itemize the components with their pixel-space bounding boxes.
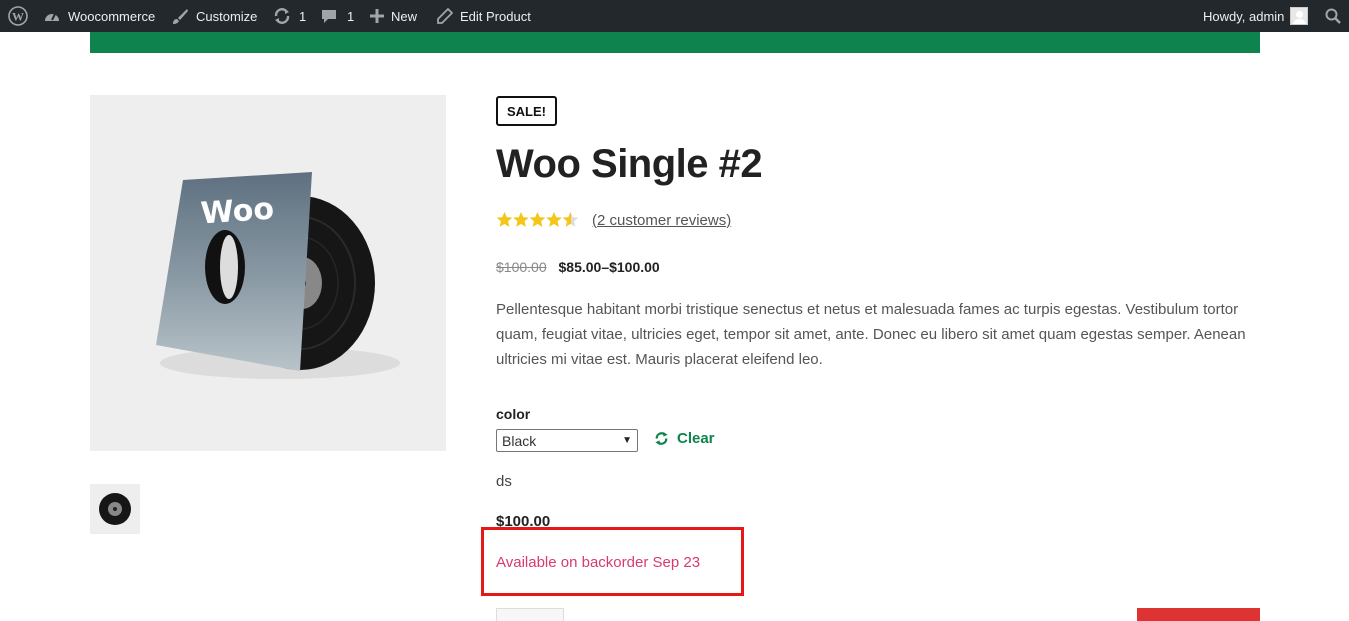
product-short-description: Pellentesque habitant morbi tristique se… [496, 301, 1246, 368]
svg-text:W: W [12, 10, 24, 24]
my-account-link[interactable]: Howdy, admin [1203, 0, 1309, 32]
avatar [1290, 7, 1309, 25]
color-attribute-label: color [496, 406, 531, 422]
product-thumbnail[interactable] [90, 484, 140, 534]
site-name-label: Woocommerce [68, 8, 156, 24]
edit-product-label: Edit Product [460, 8, 531, 24]
comments-count: 1 [347, 8, 355, 24]
product-rating: (2 customer reviews) [496, 211, 731, 229]
clear-label: Clear [677, 430, 715, 447]
store-notice-banner [90, 32, 1260, 53]
customize-link[interactable]: Customize [171, 0, 257, 32]
cover-woo-text: Woo [200, 192, 276, 232]
customize-label: Customize [196, 8, 258, 24]
product-price: $100.00 $85.00–$100.00 [496, 259, 660, 275]
dashboard-gauge-icon [45, 13, 59, 21]
color-select[interactable]: Black ▼ [496, 429, 638, 452]
comments-link[interactable]: 1 [321, 0, 354, 32]
pencil-icon [437, 8, 453, 24]
new-content-link[interactable]: New [370, 0, 417, 32]
refresh-icon [655, 431, 668, 446]
chevron-down-icon: ▼ [622, 435, 632, 446]
product-main-image[interactable]: Woo [90, 95, 446, 451]
regular-price: $100.00 [496, 259, 547, 275]
quantity-input[interactable] [496, 608, 564, 621]
sale-badge: SALE! [496, 96, 557, 126]
site-name-link[interactable]: Woocommerce [43, 0, 155, 32]
updates-count: 1 [299, 8, 307, 24]
edit-product-link[interactable]: Edit Product [437, 0, 531, 32]
wordpress-logo-icon[interactable]: W [8, 0, 28, 32]
plus-icon [370, 9, 384, 23]
customer-reviews-link[interactable]: (2 customer reviews) [592, 212, 731, 229]
new-label: New [391, 8, 418, 24]
product-title: Woo Single #2 [496, 142, 763, 186]
updates-link[interactable]: 1 [272, 0, 306, 32]
vinyl-record-icon [99, 493, 131, 525]
color-select-value: Black [502, 432, 537, 449]
comment-bubble-icon [322, 10, 336, 23]
stock-status: Available on backorder Sep 23 [496, 554, 701, 571]
variation-description: ds [496, 473, 512, 490]
updates-refresh-icon [274, 8, 290, 24]
clear-variation-link[interactable]: Clear [654, 430, 715, 447]
add-to-cart-button[interactable] [1137, 608, 1260, 621]
admin-bar: W Woocommerce Customize 1 1 New Edit Pro… [0, 0, 1349, 32]
sale-price: $85.00–$100.00 [558, 259, 660, 275]
paintbrush-icon [173, 9, 188, 24]
search-icon[interactable] [1325, 0, 1341, 32]
howdy-label: Howdy, admin [1203, 8, 1285, 24]
star-rating-icon [496, 212, 579, 227]
